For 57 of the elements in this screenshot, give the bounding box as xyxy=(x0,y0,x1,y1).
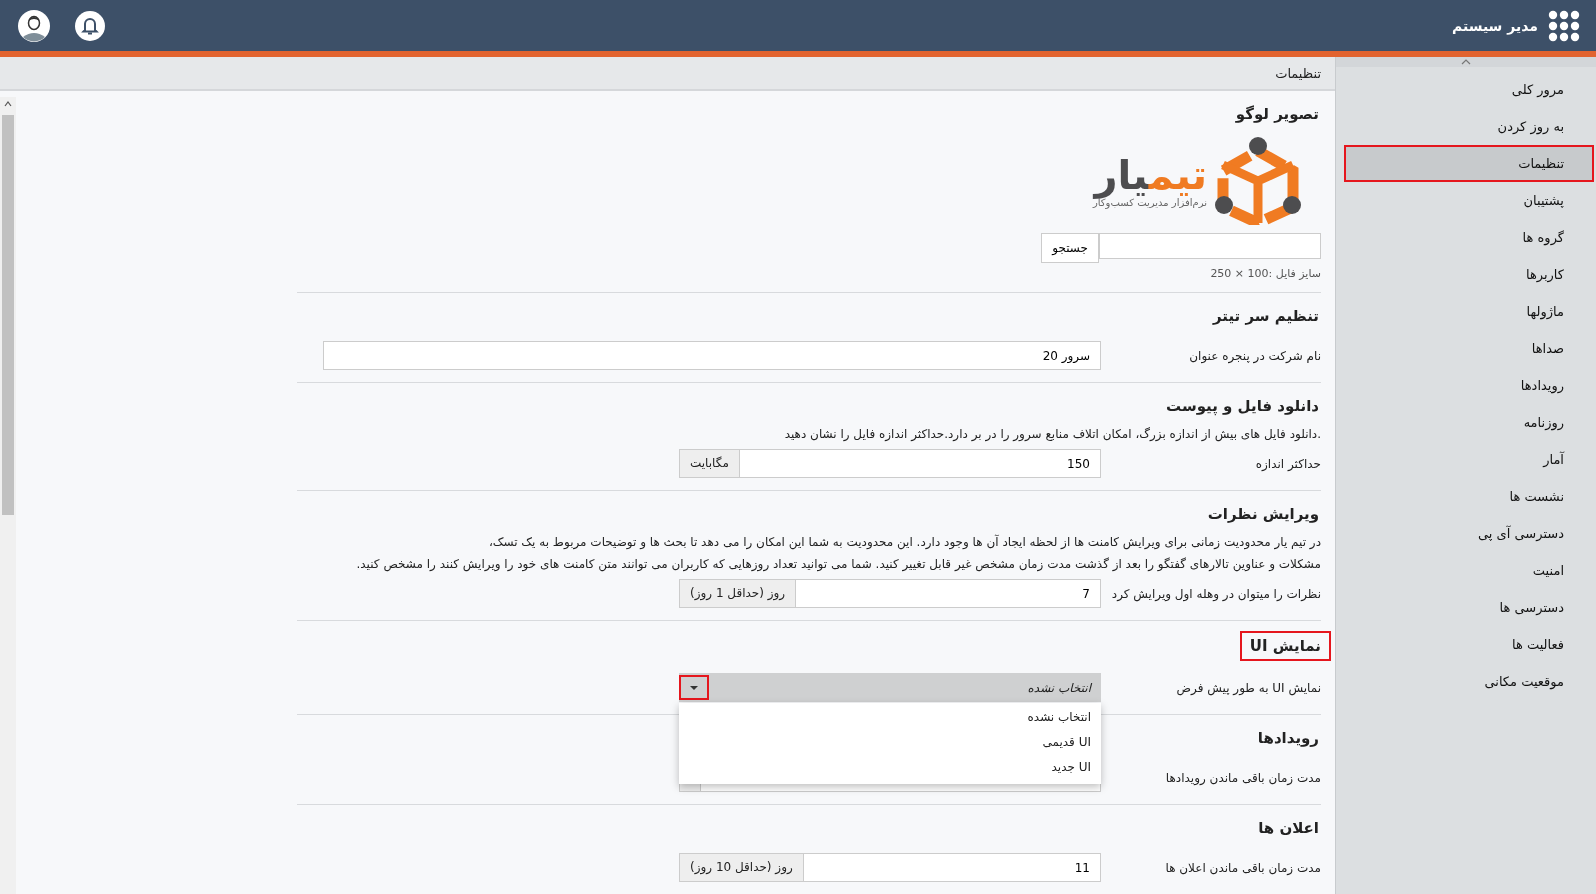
sidebar-item[interactable]: کاربرها xyxy=(1344,256,1594,293)
number-field[interactable]: 150 xyxy=(738,449,1101,478)
file-size-hint: سایز فایل :100 × 250 xyxy=(1209,267,1321,280)
section-title: تنظیم سر تیتر xyxy=(1211,306,1320,327)
section-title: اعلان ها xyxy=(1257,818,1320,839)
field-label: مدت زمان باقی ماندن اعلان ها xyxy=(1164,860,1321,875)
description-text: مشکلات و عناوین تالارهای گفتگو را بعد از گذشت مدت زمان مشخص غیر قابل تغییر کنید. شما می توانید تعداد روزهایی که کاربران می توانند متن کامنت های خود را ویرایش کنند را مشخص کنید. xyxy=(355,557,1321,571)
chevron-up-icon[interactable] xyxy=(1461,59,1471,65)
sidebar-item[interactable]: دسترسی آی پی xyxy=(1344,515,1594,552)
description-text: در تیم یار محدودیت زمانی برای ویرایش کامنت ها از لحظه ایجاد آن ها وجود دارد. این محدودیت به شما این امکان را می دهد تا بحث ها و توضیحات مربوط به یک تسک، xyxy=(487,535,1321,549)
sidebar-item[interactable]: فعالیت ها xyxy=(1344,626,1594,663)
bell-icon[interactable] xyxy=(75,10,105,41)
logo: تیمیار نرم‌افزار مدیریت کسب‌وکار xyxy=(1093,135,1301,225)
sidebar-item[interactable]: ماژولها xyxy=(1344,293,1594,330)
sidebar-item[interactable]: دسترسی ها xyxy=(1344,589,1594,626)
field-label: نظرات را میتوان در وهله اول ویرایش کرد xyxy=(1110,586,1321,601)
sidebar-item[interactable]: رویدادها xyxy=(1344,367,1594,404)
chevron-up-icon[interactable] xyxy=(4,101,12,107)
sidebar-item[interactable]: به روز کردن xyxy=(1344,108,1594,145)
sidebar-item[interactable]: موقعیت مکانی xyxy=(1344,663,1594,700)
number-field[interactable]: 11 xyxy=(802,853,1101,882)
unit-label: مگابایت xyxy=(679,449,739,478)
sidebar-item[interactable]: نشست ها xyxy=(1344,478,1594,515)
sidebar-item[interactable]: صداها xyxy=(1344,330,1594,367)
field-label: نمایش UI به طور پیش فرض xyxy=(1175,680,1321,695)
field-label: نام شرکت در پنجره عنوان xyxy=(1188,348,1321,363)
breadcrumb: تنظیمات xyxy=(1275,65,1321,81)
scrollbar[interactable] xyxy=(0,97,16,894)
section-title: تصویر لوگو xyxy=(1234,104,1320,125)
dropdown[interactable]: انتخاب نشده xyxy=(679,673,1101,702)
sidebar-item[interactable]: گروه ها xyxy=(1344,219,1594,256)
description-text: .دانلود فایل های بیش از اندازه بزرگ، امکان اتلاف منابع سرور را در بر دارد.حداکثر اندازه فایل را نشان دهید xyxy=(783,427,1321,441)
sidebar-item[interactable]: امنیت xyxy=(1344,552,1594,589)
apps-grid-icon[interactable] xyxy=(1548,9,1580,42)
dropdown-option[interactable]: UI قدیمی xyxy=(679,730,1101,755)
unit-label: روز (حداقل 10 روز) xyxy=(679,853,803,882)
sidebar-item[interactable]: آمار xyxy=(1344,441,1594,478)
app-title: مدیر سیستم xyxy=(1451,17,1538,34)
sidebar-item[interactable]: روزنامه xyxy=(1344,404,1594,441)
browse-button[interactable]: جستجو xyxy=(1041,233,1099,263)
field-label: مدت زمان باقی ماندن رویدادها xyxy=(1164,770,1321,785)
section-title: نمایش UI xyxy=(1239,631,1331,661)
file-input-field[interactable] xyxy=(1099,233,1321,259)
sidebar-item[interactable]: پشتیبان xyxy=(1344,182,1594,219)
section-title: رویدادها xyxy=(1256,728,1320,749)
number-field[interactable]: 7 xyxy=(795,579,1101,608)
dropdown-option[interactable]: انتخاب نشده xyxy=(679,705,1101,730)
section-title: ویرایش نظرات xyxy=(1206,504,1320,525)
unit-label: روز (حداقل 1 روز) xyxy=(679,579,796,608)
sidebar-item[interactable]: تنظیمات xyxy=(1344,145,1594,182)
sidebar-item[interactable]: مرور کلی xyxy=(1344,71,1594,108)
dropdown-option[interactable]: UI جدید xyxy=(679,755,1101,780)
field-label: حداکثر اندازه xyxy=(1254,456,1321,471)
text-field[interactable]: سرور 20 xyxy=(323,341,1101,370)
caret-icon[interactable] xyxy=(679,675,709,700)
user-avatar-icon[interactable] xyxy=(18,9,50,42)
section-title: دانلود فایل و پیوست xyxy=(1165,396,1320,418)
